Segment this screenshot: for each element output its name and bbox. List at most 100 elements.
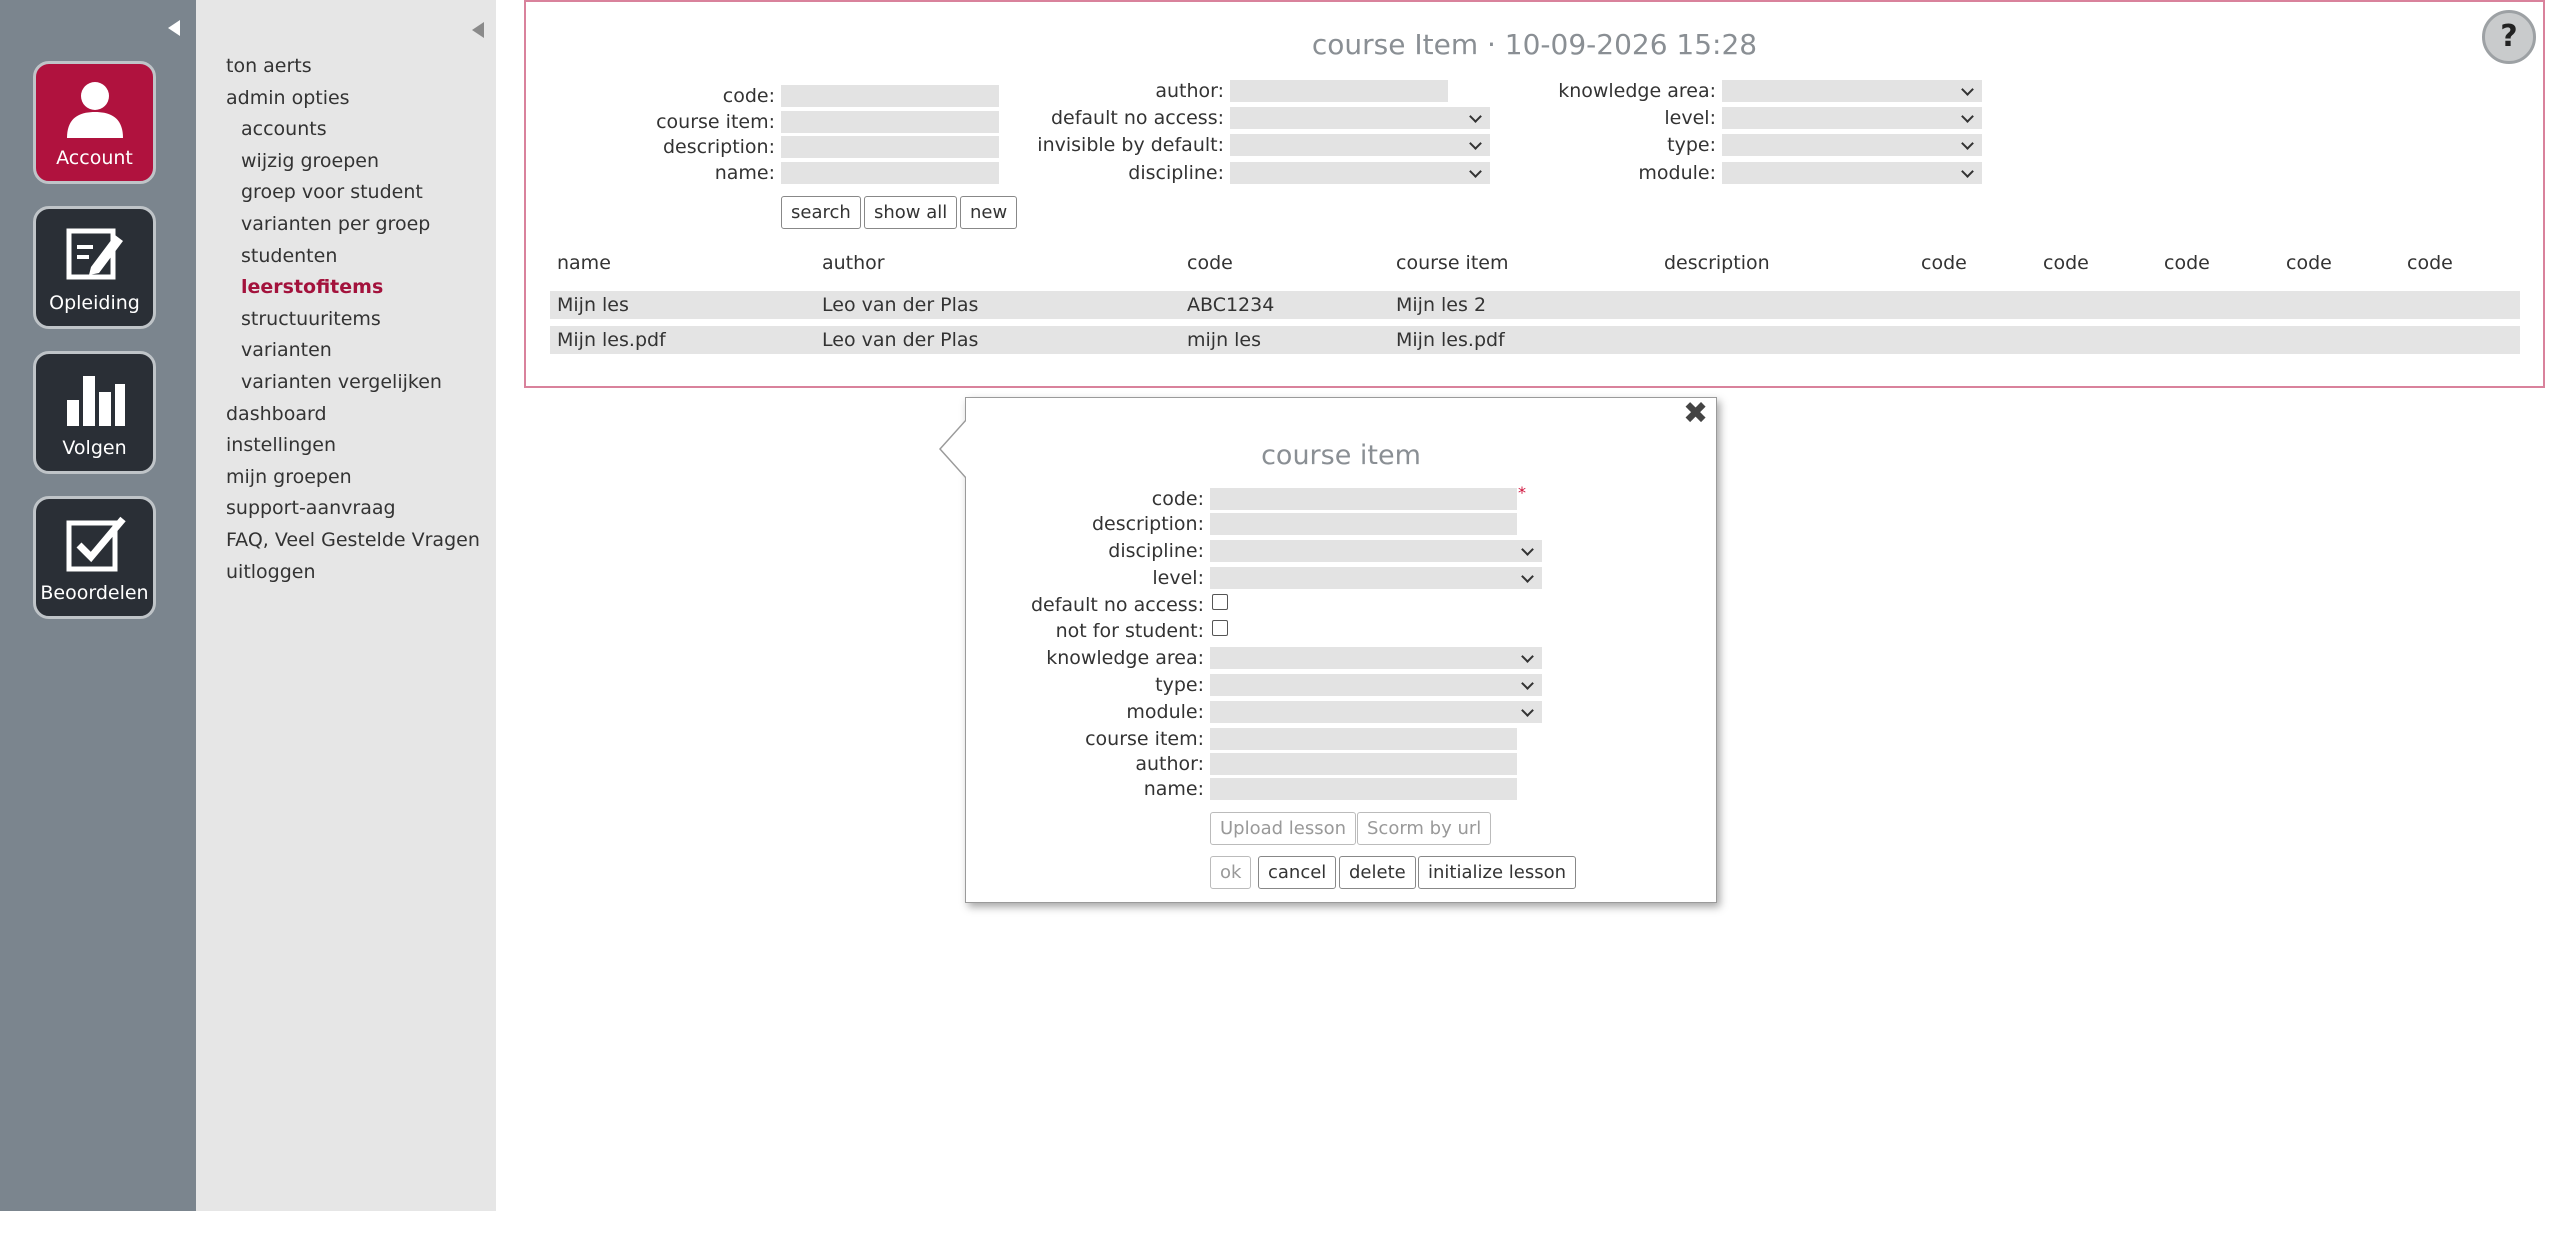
- nav-item-user[interactable]: ton aerts: [226, 54, 480, 86]
- close-icon[interactable]: ✖: [1683, 396, 1708, 431]
- nav-item-variants-per-group[interactable]: varianten per groep: [226, 212, 480, 244]
- nav-item-group-for-student[interactable]: groep voor student: [226, 180, 480, 212]
- search-button[interactable]: search: [781, 196, 861, 229]
- nav-item-variants[interactable]: varianten: [226, 338, 480, 370]
- volgen-tile[interactable]: Volgen: [33, 351, 156, 474]
- scorm-by-url-button[interactable]: Scorm by url: [1357, 812, 1492, 845]
- dialog-discipline-select[interactable]: [1210, 540, 1542, 562]
- nav-item-settings[interactable]: instellingen: [226, 433, 480, 465]
- col-header-course-item[interactable]: course item: [1396, 252, 1508, 274]
- knowledge-area-label: knowledge area:: [1558, 80, 1716, 102]
- author-input[interactable]: [1230, 80, 1448, 102]
- dialog-level-select[interactable]: [1210, 567, 1542, 589]
- required-mark: *: [1518, 483, 1526, 502]
- dialog-module-select[interactable]: [1210, 701, 1542, 723]
- nav-item-admin-options[interactable]: admin opties: [226, 86, 480, 118]
- discipline-select[interactable]: [1230, 162, 1490, 184]
- collapse-nav-icon[interactable]: [472, 22, 484, 38]
- account-tile-label: Account: [56, 147, 133, 169]
- table-cell: Leo van der Plas: [822, 329, 979, 351]
- dialog-author-label: author:: [1135, 753, 1204, 775]
- dialog-level-label: level:: [1152, 567, 1204, 589]
- show-all-button[interactable]: show all: [864, 196, 958, 229]
- col-header-code-6[interactable]: code: [2407, 252, 2453, 274]
- default-no-access-label: default no access:: [1050, 107, 1224, 129]
- col-header-code-5[interactable]: code: [2286, 252, 2332, 274]
- dialog-author-input[interactable]: [1210, 753, 1517, 775]
- description-input[interactable]: [781, 136, 999, 158]
- new-button[interactable]: new: [960, 196, 1018, 229]
- cancel-button[interactable]: cancel: [1258, 856, 1337, 889]
- type-select[interactable]: [1722, 134, 1982, 156]
- dialog-type-select[interactable]: [1210, 674, 1542, 696]
- col-header-name[interactable]: name: [557, 252, 611, 274]
- account-tile[interactable]: Account: [33, 61, 156, 184]
- module-label: module:: [1638, 162, 1716, 184]
- course-item-input[interactable]: [781, 111, 999, 133]
- collapse-sidebar-icon[interactable]: [168, 20, 180, 36]
- nav-item-support[interactable]: support-aanvraag: [226, 496, 480, 528]
- default-no-access-select[interactable]: [1230, 107, 1490, 129]
- nav-item-structure-items[interactable]: structuuritems: [226, 307, 480, 339]
- help-icon[interactable]: ?: [2482, 10, 2536, 64]
- dialog-name-input[interactable]: [1210, 778, 1517, 800]
- dialog-code-input[interactable]: [1210, 488, 1517, 510]
- dialog-title: course item: [1261, 440, 1421, 471]
- dialog-description-input[interactable]: [1210, 513, 1517, 535]
- nav-menu: ton aerts admin opties accounts wijzig g…: [226, 54, 480, 591]
- table-cell: mijn les: [1187, 329, 1262, 351]
- nav-item-accounts[interactable]: accounts: [226, 117, 480, 149]
- col-header-description[interactable]: description: [1664, 252, 1770, 274]
- person-icon: [66, 82, 123, 138]
- nav-item-dashboard[interactable]: dashboard: [226, 402, 480, 434]
- upload-lesson-button[interactable]: Upload lesson: [1210, 812, 1357, 845]
- col-header-code[interactable]: code: [1187, 252, 1233, 274]
- col-header-code-2[interactable]: code: [1921, 252, 1967, 274]
- delete-button[interactable]: delete: [1339, 856, 1416, 889]
- dialog-pointer-fill: [941, 420, 967, 478]
- dialog-knowledge-area-select[interactable]: [1210, 647, 1542, 669]
- nav-item-students[interactable]: studenten: [226, 244, 480, 276]
- invisible-by-default-select[interactable]: [1230, 134, 1490, 156]
- table-cell: Mijn les 2: [1396, 294, 1487, 316]
- bar-chart-icon: [66, 376, 125, 426]
- dialog-description-label: description:: [1091, 513, 1204, 535]
- nav-item-logout[interactable]: uitloggen: [226, 560, 480, 592]
- table-cell: Leo van der Plas: [822, 294, 979, 316]
- level-label: level:: [1664, 107, 1716, 129]
- name-input[interactable]: [781, 162, 999, 184]
- col-header-code-3[interactable]: code: [2043, 252, 2089, 274]
- nav-item-compare-variants[interactable]: varianten vergelijken: [226, 370, 480, 402]
- beoordelen-tile[interactable]: Beoordelen: [33, 496, 156, 619]
- dialog-course-item-input[interactable]: [1210, 728, 1517, 750]
- dialog-discipline-label: discipline:: [1108, 540, 1204, 562]
- ok-button[interactable]: ok: [1210, 856, 1252, 889]
- checkbox-icon: [66, 516, 126, 572]
- table-row[interactable]: Mijn les Leo van der Plas ABC1234 Mijn l…: [550, 291, 2520, 319]
- code-input[interactable]: [781, 85, 999, 107]
- dialog-course-item-label: course item:: [1085, 728, 1204, 750]
- not-for-student-checkbox[interactable]: [1212, 620, 1228, 636]
- module-select[interactable]: [1722, 162, 1982, 184]
- default-no-access-checkbox[interactable]: [1212, 594, 1228, 610]
- opleiding-tile[interactable]: Opleiding: [33, 206, 156, 329]
- knowledge-area-select[interactable]: [1722, 80, 1982, 102]
- nav-item-my-groups[interactable]: mijn groepen: [226, 465, 480, 497]
- dialog-name-label: name:: [1143, 778, 1204, 800]
- invisible-by-default-label: invisible by default:: [1037, 134, 1224, 156]
- initialize-lesson-button[interactable]: initialize lesson: [1418, 856, 1576, 889]
- nav-item-course-items[interactable]: leerstofitems: [226, 275, 480, 307]
- opleiding-tile-label: Opleiding: [49, 292, 140, 314]
- table-row[interactable]: Mijn les.pdf Leo van der Plas mijn les M…: [550, 326, 2520, 354]
- col-header-author[interactable]: author: [822, 252, 885, 274]
- edit-note-icon: [66, 228, 123, 280]
- volgen-tile-label: Volgen: [62, 437, 127, 459]
- description-label: description:: [662, 136, 775, 158]
- nav-item-edit-groups[interactable]: wijzig groepen: [226, 149, 480, 181]
- dialog-code-label: code:: [1151, 488, 1204, 510]
- discipline-label: discipline:: [1128, 162, 1224, 184]
- table-cell: Mijn les.pdf: [1396, 329, 1505, 351]
- level-select[interactable]: [1722, 107, 1982, 129]
- nav-item-faq[interactable]: FAQ, Veel Gestelde Vragen: [226, 528, 480, 560]
- col-header-code-4[interactable]: code: [2164, 252, 2210, 274]
